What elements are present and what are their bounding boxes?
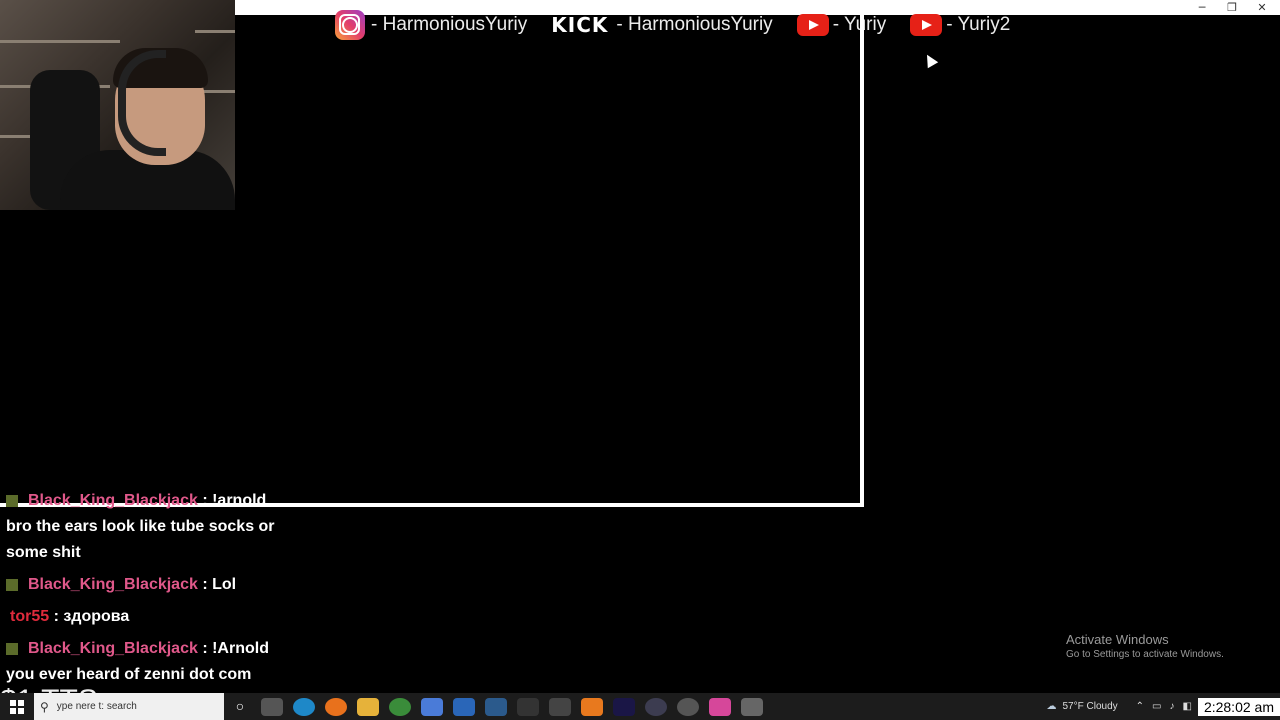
chat-username: Black_King_Blackjack: [28, 640, 198, 657]
chevron-up-icon[interactable]: ⌃: [1136, 701, 1144, 712]
activate-subtitle: Go to Settings to activate Windows.: [1066, 649, 1224, 660]
search-input[interactable]: ype nere t: search: [57, 701, 137, 712]
task-view-icon[interactable]: [261, 697, 283, 716]
chat-separator: :: [197, 640, 213, 657]
volume-icon[interactable]: ◧: [1182, 701, 1191, 712]
app-icon[interactable]: [549, 697, 571, 716]
close-button[interactable]: ✕: [1247, 0, 1277, 15]
activate-title: Activate Windows: [1066, 632, 1169, 647]
app-icon[interactable]: [741, 697, 763, 716]
app-icon[interactable]: [709, 697, 731, 716]
chat-text: Lol: [212, 576, 237, 593]
chat-username: tor55: [10, 608, 50, 625]
app-icon[interactable]: [677, 697, 699, 716]
mouse-cursor-icon: [921, 51, 939, 69]
youtube-handle-2: - Yuriy2: [910, 14, 1010, 36]
windows-icon: [10, 699, 24, 714]
chat-message: tor55 : здорова: [6, 604, 296, 630]
system-tray: ☁ 57°F Cloudy ⌃ ▭ ♪ ◧ 2:28:02 am: [1047, 693, 1280, 720]
app-icon[interactable]: [581, 697, 603, 716]
chat-separator: :: [197, 492, 213, 509]
start-button[interactable]: [0, 693, 34, 720]
chat-username: Black_King_Blackjack: [28, 492, 198, 509]
clock[interactable]: 2:28:02 am: [1197, 697, 1280, 716]
chat-message: Black_King_Blackjack : !Arnold you ever …: [6, 636, 296, 688]
youtube-icon: [910, 14, 943, 36]
cloud-icon: ☁: [1046, 701, 1057, 712]
chat-badge-icon: [6, 494, 18, 507]
obs-icon[interactable]: [645, 697, 667, 716]
chat-badge-icon: [6, 578, 18, 591]
file-explorer-icon[interactable]: [357, 697, 379, 716]
premiere-icon[interactable]: [613, 697, 635, 716]
activate-windows-watermark: Activate Windows Go to Settings to activ…: [1066, 632, 1224, 660]
youtube-handle-text-2: - Yuriy2: [946, 14, 1011, 35]
chat-badge-icon: [6, 642, 18, 655]
chat-username: Black_King_Blackjack: [28, 576, 198, 593]
minimize-button[interactable]: ─: [1187, 0, 1217, 15]
chat-text: здорова: [63, 608, 130, 625]
taskbar: ⚲ ype nere t: search ○ ☁ 57°F Cloudy ⌃ ▭…: [0, 693, 1280, 720]
search-icon: ⚲: [40, 699, 49, 714]
epic-games-icon[interactable]: [517, 697, 539, 716]
capture-frame: [0, 15, 864, 507]
chat-message: Black_King_Blackjack : Lol: [6, 572, 296, 598]
chat-overlay: Black_King_Blackjack : !arnold bro the e…: [6, 488, 296, 694]
steam-icon[interactable]: [485, 697, 507, 716]
cortana-icon[interactable]: ○: [229, 698, 251, 716]
app-icon[interactable]: [421, 697, 443, 716]
chrome-icon[interactable]: [389, 697, 411, 716]
weather-text[interactable]: 57°F Cloudy: [1063, 701, 1118, 712]
edge-icon[interactable]: [293, 697, 315, 716]
chat-message: Black_King_Blackjack : !arnold bro the e…: [6, 488, 296, 566]
firefox-icon[interactable]: [325, 697, 347, 716]
app-icon[interactable]: [453, 697, 475, 716]
taskbar-search[interactable]: ⚲ ype nere t: search: [34, 693, 224, 720]
mic-icon[interactable]: ♪: [1169, 701, 1174, 712]
chat-separator: :: [49, 608, 64, 625]
chat-separator: :: [197, 576, 213, 593]
network-icon[interactable]: ▭: [1152, 701, 1161, 712]
restore-button[interactable]: ❐: [1217, 0, 1247, 15]
